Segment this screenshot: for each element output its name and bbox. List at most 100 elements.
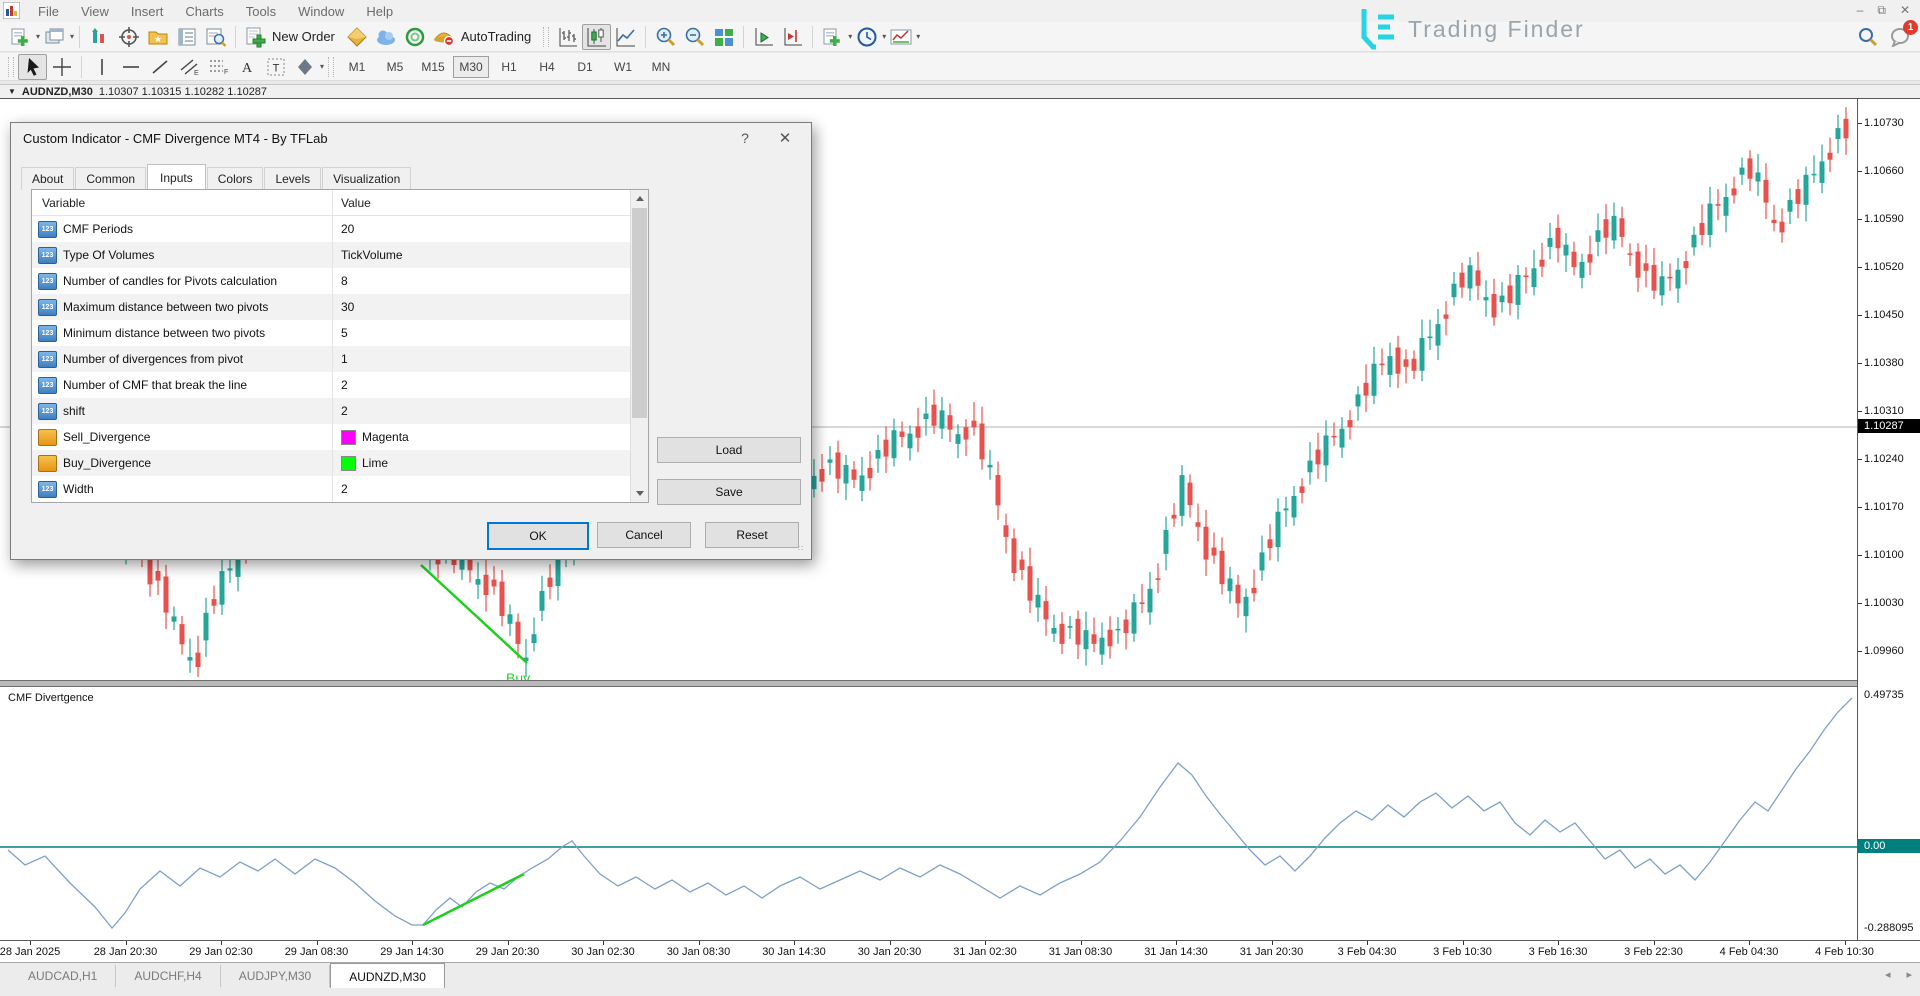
search-icon[interactable]: [1858, 27, 1878, 47]
trendline-tool[interactable]: [145, 54, 174, 80]
chart-tab-audcadh1[interactable]: AUDCAD,H1: [10, 965, 116, 987]
restore-button[interactable]: ⧉: [1877, 3, 1886, 18]
timeframe-w1[interactable]: W1: [605, 56, 641, 78]
value-cell[interactable]: 2: [332, 372, 648, 398]
menu-tools[interactable]: Tools: [236, 2, 286, 21]
scroll-down-button[interactable]: [631, 485, 648, 502]
timeframe-d1[interactable]: D1: [567, 56, 603, 78]
dialog-tab-levels[interactable]: Levels: [264, 167, 321, 190]
help-button[interactable]: ?: [725, 130, 765, 146]
table-row[interactable]: 123Type Of VolumesTickVolume: [32, 242, 648, 268]
profiles-button[interactable]: [40, 24, 69, 50]
menu-view[interactable]: View: [71, 2, 119, 21]
table-row[interactable]: 123Minimum distance between two pivots5: [32, 320, 648, 346]
indicators-dropdown[interactable]: [886, 24, 915, 50]
line-chart-mode-button[interactable]: [611, 24, 640, 50]
new-chart-button[interactable]: [6, 24, 35, 50]
value-cell[interactable]: TickVolume: [332, 242, 648, 268]
reset-button[interactable]: Reset: [705, 522, 799, 548]
scrollbar-thumb[interactable]: [632, 208, 647, 418]
dialog-tab-common[interactable]: Common: [75, 167, 146, 190]
text-label-tool[interactable]: T: [261, 54, 290, 80]
value-cell[interactable]: 2: [332, 476, 648, 502]
ok-button[interactable]: OK: [487, 522, 589, 550]
resize-grip[interactable]: ∷: [798, 546, 808, 556]
autotrading-icon[interactable]: [430, 24, 459, 50]
chart-tab-audchfh4[interactable]: AUDCHF,H4: [116, 965, 220, 987]
value-cell[interactable]: 20: [332, 216, 648, 242]
text-tool[interactable]: A: [232, 54, 261, 80]
horizontal-line-tool[interactable]: [116, 54, 145, 80]
menu-insert[interactable]: Insert: [121, 2, 174, 21]
chart-tab-audnzdm30[interactable]: AUDNZD,M30: [330, 963, 445, 988]
value-cell[interactable]: Magenta: [332, 424, 648, 450]
value-cell[interactable]: 8: [332, 268, 648, 294]
new-order-icon[interactable]: [241, 24, 270, 50]
table-row[interactable]: 123shift2: [32, 398, 648, 424]
auto-scroll-button[interactable]: [749, 24, 778, 50]
dialog-tab-inputs[interactable]: Inputs: [147, 164, 206, 191]
data-window-button[interactable]: [114, 24, 143, 50]
table-row[interactable]: Sell_DivergenceMagenta: [32, 424, 648, 450]
chat-icon[interactable]: 1: [1890, 27, 1912, 47]
fibonacci-tool[interactable]: F: [203, 54, 232, 80]
table-row[interactable]: 123Number of CMF that break the line2: [32, 372, 648, 398]
market-watch-button[interactable]: [85, 24, 114, 50]
new-order-label[interactable]: New Order: [272, 29, 335, 44]
table-row[interactable]: 123Maximum distance between two pivots30: [32, 294, 648, 320]
zoom-out-button[interactable]: [680, 24, 709, 50]
strategy-tester-button[interactable]: [201, 24, 230, 50]
chart-tab-audjpym30[interactable]: AUDJPY,M30: [221, 965, 330, 987]
table-scrollbar[interactable]: [630, 190, 648, 502]
vertical-line-tool[interactable]: [87, 54, 116, 80]
value-cell[interactable]: 2: [332, 398, 648, 424]
value-cell[interactable]: Lime: [332, 450, 648, 476]
menu-help[interactable]: Help: [356, 2, 403, 21]
dialog-tab-visualization[interactable]: Visualization: [322, 167, 411, 190]
candlestick-mode-button[interactable]: [582, 24, 611, 50]
chevron-down-icon[interactable]: ▼: [8, 87, 16, 96]
scroll-right-icon[interactable]: ▸: [1906, 968, 1912, 981]
dialog-tab-about[interactable]: About: [21, 167, 74, 190]
cmf-indicator-panel[interactable]: CMF Divertgence: [0, 687, 1857, 940]
cancel-button[interactable]: Cancel: [597, 522, 691, 548]
navigator-button[interactable]: ★: [143, 24, 172, 50]
dialog-close-button[interactable]: ✕: [765, 129, 805, 147]
autotrading-label[interactable]: AutoTrading: [461, 29, 531, 44]
table-row[interactable]: 123CMF Periods20: [32, 216, 648, 242]
tile-windows-button[interactable]: [709, 24, 738, 50]
periods-dropdown[interactable]: [852, 24, 881, 50]
load-button[interactable]: Load: [657, 437, 801, 463]
value-cell[interactable]: 5: [332, 320, 648, 346]
table-row[interactable]: 123Number of candles for Pivots calculat…: [32, 268, 648, 294]
save-button[interactable]: Save: [657, 479, 801, 505]
dialog-titlebar[interactable]: Custom Indicator - CMF Divergence MT4 - …: [11, 123, 811, 153]
crosshair-tool[interactable]: [47, 54, 76, 80]
scroll-left-icon[interactable]: ◂: [1885, 968, 1891, 981]
new-chart-dropdown[interactable]: [818, 24, 847, 50]
table-row[interactable]: Buy_DivergenceLime: [32, 450, 648, 476]
cloud-icon[interactable]: [372, 24, 401, 50]
scroll-up-button[interactable]: [631, 190, 648, 207]
community-icon[interactable]: [401, 24, 430, 50]
menu-window[interactable]: Window: [288, 2, 354, 21]
terminal-button[interactable]: [172, 24, 201, 50]
arrows-tool[interactable]: [290, 54, 319, 80]
minimize-button[interactable]: –: [1857, 3, 1864, 17]
metaeditor-icon[interactable]: [343, 24, 372, 50]
timeframe-m15[interactable]: M15: [415, 56, 451, 78]
chart-shift-button[interactable]: [778, 24, 807, 50]
table-row[interactable]: 123Number of divergences from pivot1: [32, 346, 648, 372]
menu-charts[interactable]: Charts: [175, 2, 233, 21]
menu-file[interactable]: File: [28, 2, 69, 21]
timeframe-mn[interactable]: MN: [643, 56, 679, 78]
value-cell[interactable]: 1: [332, 346, 648, 372]
time-axis[interactable]: 28 Jan 202528 Jan 20:3029 Jan 02:3029 Ja…: [0, 940, 1920, 962]
price-axis[interactable]: 1.107301.106601.105901.105201.104501.103…: [1857, 99, 1920, 940]
value-cell[interactable]: 30: [332, 294, 648, 320]
timeframe-m30[interactable]: M30: [453, 56, 489, 78]
cursor-tool[interactable]: [18, 54, 47, 80]
timeframe-h4[interactable]: H4: [529, 56, 565, 78]
bar-chart-mode-button[interactable]: [553, 24, 582, 50]
dialog-tab-colors[interactable]: Colors: [207, 167, 264, 190]
